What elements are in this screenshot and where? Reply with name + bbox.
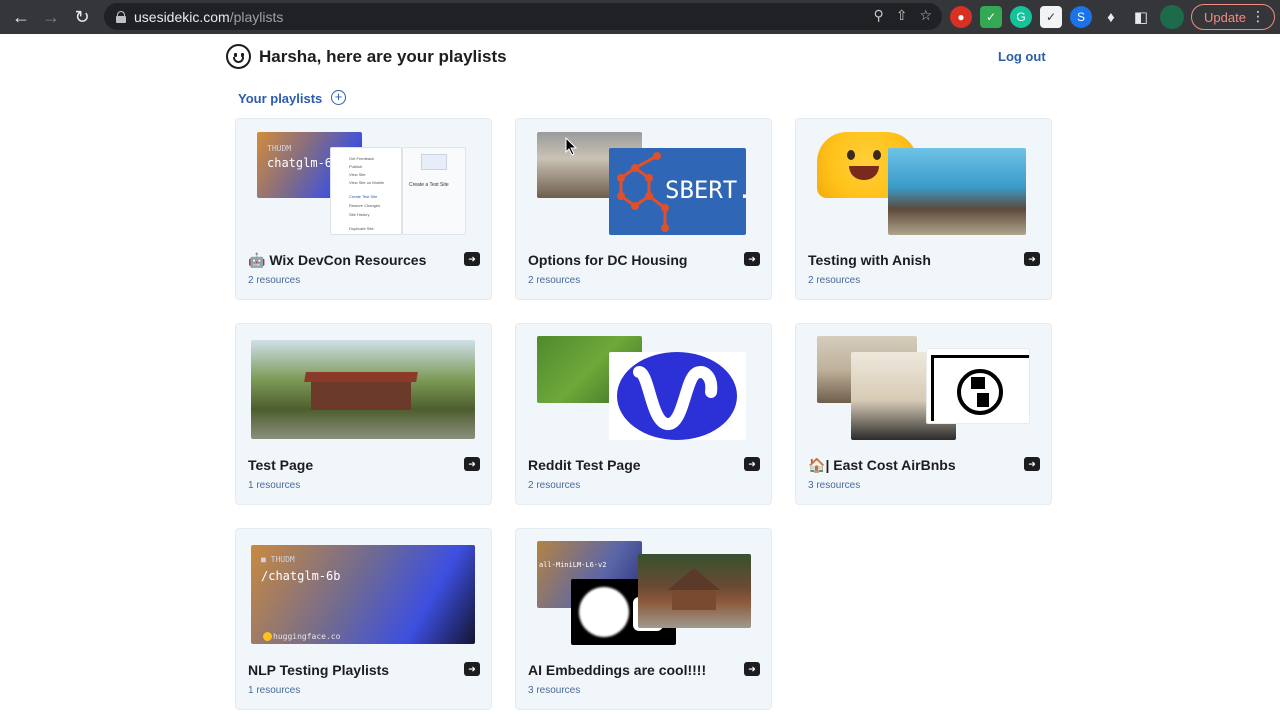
reload-icon[interactable]: ↻ [67,2,97,32]
page-header: Harsha, here are your playlists Log out [226,44,1046,74]
open-arrow-icon[interactable]: ➜ [464,662,480,676]
hugging-face-small-icon [263,632,272,641]
extension-shazam-icon[interactable]: S [1070,6,1092,28]
resource-count: 2 resources [528,480,581,491]
playlist-card[interactable]: THUDM chatglm-6b Get Feedback Publish Vi… [235,118,492,300]
house-emoji-icon: 🏠 [808,457,826,473]
playlist-card[interactable]: Test Page 1 resources ➜ [235,323,492,505]
thumbnail-lodge-photo [638,554,751,628]
profile-avatar[interactable] [1160,5,1184,29]
menu-item: Duplicate Site [349,226,374,231]
thumbnail-panel-screenshot: Create a Test Site [402,147,466,235]
extensions-bar: ● ✓ G ✓ S ♦ ◧ [950,5,1184,29]
logout-link[interactable]: Log out [998,49,1046,64]
open-arrow-icon[interactable]: ➜ [744,252,760,266]
back-arrow-icon[interactable]: ← [6,2,36,32]
thumbnail-footer: huggingface.co [273,632,341,641]
panel-title: Create a Test Site [409,182,449,188]
playlist-card[interactable]: 🏠| East Cost AirBnbs 3 resources ➜ [795,323,1052,505]
playlist-title: AI Embeddings are cool!!!! [528,662,707,678]
thumbnail-globe-window [926,348,1030,424]
thumbnail-menu-screenshot: Get Feedback Publish View Site View Site… [330,147,402,235]
playlist-title: Testing with Anish [808,252,931,268]
playlist-title: 🤖 Wix DevCon Resources [248,252,427,268]
playlist-card[interactable]: all-MiniLM-L6-v2 AI Embeddings are cool!… [515,528,772,710]
open-arrow-icon[interactable]: ➜ [464,252,480,266]
thumbnail-repo: all-MiniLM-L6-v2 [539,561,607,569]
menu-item: Site History [349,212,370,217]
playlist-title: 🏠| East Cost AirBnbs [808,457,956,473]
open-arrow-icon[interactable]: ➜ [1024,252,1040,266]
open-arrow-icon[interactable]: ➜ [464,457,480,471]
playlist-title: NLP Testing Playlists [248,662,390,678]
thumbnail-brand: SBERT.ne [665,176,746,204]
forward-arrow-icon[interactable]: → [36,2,66,32]
zoom-icon[interactable]: ⚲ [873,7,883,24]
resource-count: 1 resources [248,685,301,696]
resource-count: 2 resources [248,275,301,286]
resource-count: 2 resources [528,275,581,286]
robot-emoji-icon: 🤖 [248,252,266,268]
playlist-title: Reddit Test Page [528,457,641,473]
extensions-puzzle-icon[interactable]: ♦ [1100,6,1122,28]
mouse-cursor-icon [565,137,578,156]
url-path: /playlists [229,8,284,25]
resource-count: 3 resources [528,685,581,696]
menu-item: Restore Changes [349,203,381,208]
thumbnail-logo [609,352,746,440]
thumbnail-org: ■ THUDM [261,555,295,564]
thumbnail-sbert-logo: SBERT.ne [609,148,746,235]
playlist-card[interactable]: Testing with Anish 2 resources ➜ [795,118,1052,300]
lock-icon [116,10,126,23]
page-title: Harsha, here are your playlists [259,47,507,66]
your-playlists-heading: Your playlists [238,91,323,106]
playlist-card[interactable]: ■ THUDM /chatglm-6b huggingface.co NLP T… [235,528,492,710]
bookmark-star-icon[interactable]: ☆ [919,7,932,24]
open-arrow-icon[interactable]: ➜ [744,457,760,471]
resource-count: 2 resources [808,275,861,286]
thumbnail-coast-photo [888,148,1026,235]
thumbnail-cabin-photo [251,340,475,439]
update-button[interactable]: Update ⋮ [1191,4,1275,30]
smiley-face-icon [226,44,251,69]
more-menu-icon[interactable]: ⋮ [1251,8,1265,25]
playlist-title: Test Page [248,457,314,473]
wave-logo-icon [633,366,718,430]
browser-toolbar: ← → ↻ usesidekic.com/playlists ⚲ ⇧ ☆ ● ✓… [0,0,1280,34]
address-bar[interactable]: usesidekic.com/playlists ⚲ ⇧ ☆ [104,3,942,30]
resource-count: 1 resources [248,480,301,491]
url-host: usesidekic.com [134,8,230,25]
playlist-card[interactable]: Reddit Test Page 2 resources ➜ [515,323,772,505]
update-label: Update [1204,9,1246,25]
open-arrow-icon[interactable]: ➜ [1024,457,1040,471]
thumbnail-repo: chatglm-6b [267,156,340,170]
thumbnail-repo: /chatglm-6b [261,569,341,583]
playlist-card[interactable]: SBERT.ne Options for DC Housing 2 resour… [515,118,772,300]
menu-item: Get Feedback [349,156,375,161]
playlist-title: Options for DC Housing [528,252,688,268]
open-arrow-icon[interactable]: ➜ [744,662,760,676]
extension-shield-icon[interactable]: ✓ [1040,6,1062,28]
menu-item: View Site [349,172,366,177]
menu-item: View Site on Mobile [349,180,385,185]
add-playlist-icon[interactable]: + [331,90,346,105]
extension-shield-green-icon[interactable]: ✓ [980,6,1002,28]
menu-item: Publish [349,164,363,169]
share-icon[interactable]: ⇧ [896,7,908,24]
resource-count: 3 resources [808,480,861,491]
thumbnail-org: THUDM [267,144,292,153]
extension-grammarly-icon[interactable]: G [1010,6,1032,28]
thumbnail-huggingface: ■ THUDM /chatglm-6b huggingface.co [251,545,475,644]
side-panel-icon[interactable]: ◧ [1130,6,1152,28]
menu-item: Create Test Site [349,194,378,199]
extension-red-icon[interactable]: ● [950,6,972,28]
